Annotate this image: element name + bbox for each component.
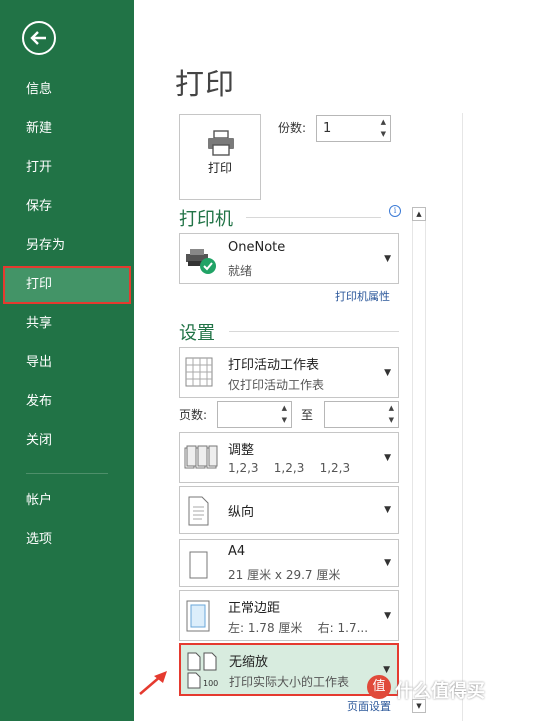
printer-dropdown[interactable]: OneNote 就绪 ▼ — [179, 233, 399, 284]
no-scaling-icon: 100 — [187, 652, 218, 689]
orientation-dropdown[interactable]: 纵向 ▼ — [179, 486, 399, 534]
margins-title: 正常边距 — [228, 601, 281, 616]
margins-icon — [186, 600, 210, 632]
copies-value: 1 — [323, 121, 332, 136]
printer-status: 就绪 — [228, 264, 253, 278]
collated-pages-icon — [184, 445, 218, 469]
copies-label: 份数: — [278, 121, 307, 135]
pages-from-stepper[interactable]: ▲ ▼ — [217, 401, 292, 428]
spin-down-icon[interactable]: ▼ — [282, 416, 287, 424]
sidebar-item-export[interactable]: 导出 — [0, 344, 134, 382]
svg-text:100: 100 — [203, 679, 218, 688]
printer-properties-link[interactable]: 打印机属性 — [335, 288, 390, 304]
scroll-up-icon[interactable]: ▲ — [412, 207, 426, 221]
watermark-logo: 值 — [367, 675, 391, 699]
chevron-down-icon: ▼ — [383, 665, 390, 675]
sidebar-item-publish[interactable]: 发布 — [0, 383, 134, 421]
sidebar-item-print[interactable]: 打印 — [3, 266, 131, 304]
portrait-page-icon — [188, 496, 209, 526]
orientation-title: 纵向 — [228, 505, 255, 520]
chevron-down-icon: ▼ — [384, 254, 391, 264]
print-what-dropdown[interactable]: 打印活动工作表 仅打印活动工作表 ▼ — [179, 347, 399, 398]
sidebar-item-save[interactable]: 保存 — [0, 188, 134, 226]
sidebar-item-open[interactable]: 打开 — [0, 149, 134, 187]
copies-stepper[interactable]: 1 ▲ ▼ — [316, 115, 391, 142]
paper-size-dropdown[interactable]: A4 21 厘米 x 29.7 厘米 ▼ — [179, 539, 399, 587]
sidebar-item-save-as[interactable]: 另存为 — [0, 227, 134, 265]
settings-scrollbar[interactable] — [412, 207, 426, 713]
section-divider — [229, 331, 399, 332]
pages-label: 页数: — [179, 408, 208, 422]
pages-to-stepper[interactable]: ▲ ▼ — [324, 401, 399, 428]
collation-dropdown[interactable]: 调整 1,2,3 1,2,3 1,2,3 ▼ — [179, 432, 399, 483]
spin-up-icon[interactable]: ▲ — [389, 404, 394, 412]
backstage-sidebar: 信息 新建 打开 保存 另存为 打印 共享 导出 发布 关闭 帐户 选项 — [0, 0, 134, 721]
printer-name: OneNote — [228, 240, 286, 255]
watermark-text: 什么值得买 — [395, 681, 485, 702]
chevron-down-icon: ▼ — [384, 505, 391, 515]
sidebar-divider — [26, 473, 108, 474]
info-icon[interactable]: i — [389, 205, 401, 217]
sidebar-item-account[interactable]: 帐户 — [0, 482, 134, 520]
scaling-subtitle: 打印实际大小的工作表 — [229, 675, 350, 689]
printer-ready-icon — [186, 249, 216, 274]
section-divider — [246, 217, 381, 218]
sidebar-item-share[interactable]: 共享 — [0, 305, 134, 343]
paper-size-icon — [189, 551, 208, 579]
spin-down-icon[interactable]: ▼ — [381, 130, 386, 138]
spin-up-icon[interactable]: ▲ — [282, 404, 287, 412]
sidebar-item-info[interactable]: 信息 — [0, 71, 134, 109]
printer-section-title: 打印机 — [179, 209, 233, 230]
back-arrow-glyph — [30, 31, 46, 45]
spin-down-icon[interactable]: ▼ — [389, 416, 394, 424]
back-arrow-icon[interactable] — [22, 21, 56, 55]
page-title: 打印 — [175, 67, 236, 101]
sidebar-item-options[interactable]: 选项 — [0, 521, 134, 559]
spin-up-icon[interactable]: ▲ — [381, 118, 386, 126]
print-button[interactable]: 打印 — [179, 114, 261, 200]
printer-icon — [208, 130, 234, 156]
collation-title: 调整 — [228, 443, 255, 458]
chevron-down-icon: ▼ — [384, 453, 391, 463]
print-what-subtitle: 仅打印活动工作表 — [228, 378, 325, 392]
chevron-down-icon: ▼ — [384, 368, 391, 378]
print-what-title: 打印活动工作表 — [228, 358, 320, 373]
paper-size-subtitle: 21 厘米 x 29.7 厘米 — [228, 568, 341, 582]
chevron-down-icon: ▼ — [384, 558, 391, 568]
collation-subtitle: 1,2,3 1,2,3 1,2,3 — [228, 461, 351, 475]
page-setup-link[interactable]: 页面设置 — [347, 698, 391, 714]
margins-subtitle: 左: 1.78 厘米 右: 1.7... — [228, 621, 369, 635]
scaling-title: 无缩放 — [229, 655, 269, 670]
sidebar-item-close[interactable]: 关闭 — [0, 422, 134, 460]
paper-size-title: A4 — [228, 544, 246, 559]
sidebar-item-new[interactable]: 新建 — [0, 110, 134, 148]
red-arrow-annotation — [139, 671, 167, 695]
sheet-grid-icon — [185, 357, 213, 387]
scaling-dropdown[interactable]: 100 无缩放 打印实际大小的工作表 ▼ — [179, 643, 399, 696]
chevron-down-icon: ▼ — [384, 611, 391, 621]
settings-section-title: 设置 — [179, 323, 215, 344]
print-button-label: 打印 — [207, 161, 232, 175]
margins-dropdown[interactable]: 正常边距 左: 1.78 厘米 右: 1.7... ▼ — [179, 590, 399, 641]
pages-to-label: 至 — [301, 408, 314, 422]
preview-pane-divider — [462, 113, 463, 721]
